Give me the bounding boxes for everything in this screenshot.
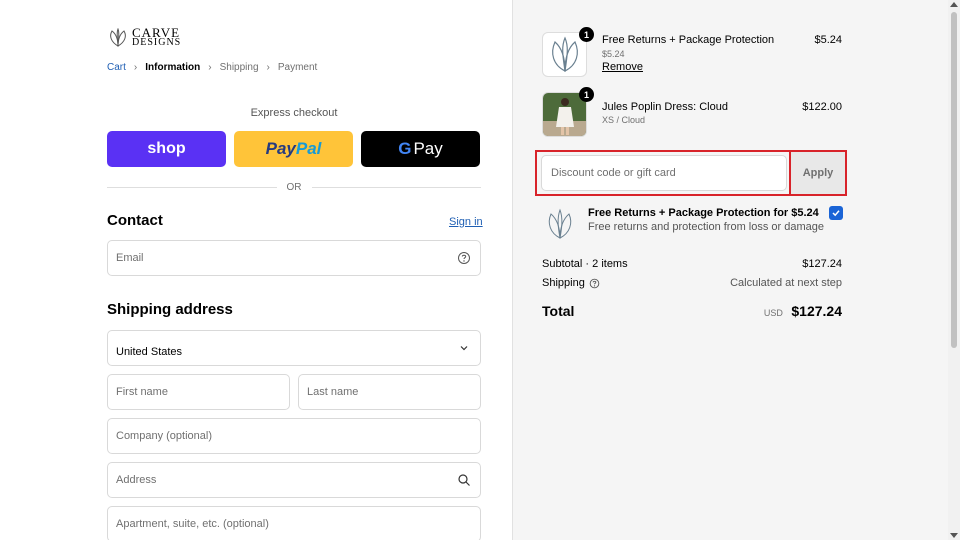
email-field[interactable]: Email — [107, 240, 481, 276]
apartment-field[interactable]: Apartment, suite, etc. (optional) — [107, 506, 481, 540]
breadcrumb-payment: Payment — [277, 62, 318, 73]
cart-item-price: $5.24 — [814, 34, 842, 46]
help-circle-icon[interactable] — [457, 251, 471, 265]
paypal-label-b: Pal — [295, 139, 322, 158]
breadcrumb-shipping: Shipping — [219, 62, 259, 73]
contact-title: Contact — [107, 212, 163, 229]
protection-checkbox[interactable] — [829, 206, 843, 220]
checkout-form-panel: CARVE DESIGNS Cart › Information › Shipp… — [0, 0, 512, 540]
search-icon — [458, 474, 470, 486]
cart-item-price: $122.00 — [802, 101, 842, 113]
chevron-right-icon: › — [208, 62, 212, 73]
scrollbar-thumb[interactable] — [951, 12, 957, 348]
total-currency: USD — [763, 308, 783, 318]
shipping-address-title: Shipping address — [107, 301, 233, 318]
breadcrumb-cart[interactable]: Cart — [107, 62, 126, 73]
protection-logo — [542, 207, 578, 241]
company-field[interactable]: Company (optional) — [107, 418, 481, 454]
leaf-logo-icon — [110, 28, 126, 47]
quantity-badge: 1 — [579, 27, 594, 42]
protection-title: Free Returns + Package Protection for $5… — [588, 207, 819, 219]
logo-line2: DESIGNS — [132, 37, 182, 48]
help-circle-icon[interactable] — [589, 278, 600, 289]
shipping-label: Shipping — [542, 277, 585, 289]
company-placeholder: Company (optional) — [116, 430, 212, 442]
chevron-right-icon: › — [133, 62, 138, 73]
protection-subtitle: Free returns and protection from loss or… — [588, 221, 825, 233]
order-summary-panel — [512, 0, 948, 540]
subtotal-row: Subtotal · 2 items $127.24 — [542, 258, 842, 270]
last-name-placeholder: Last name — [307, 386, 359, 398]
first-name-placeholder: First name — [116, 386, 168, 398]
or-divider: OR — [107, 182, 481, 193]
country-value: United States — [116, 346, 183, 358]
remove-item-link[interactable]: Remove — [602, 61, 643, 73]
apply-discount-button[interactable]: Apply — [789, 150, 847, 196]
subtotal-value: $127.24 — [802, 258, 842, 270]
scroll-down-arrow-icon[interactable] — [950, 533, 958, 538]
address-placeholder: Address — [116, 474, 157, 486]
apply-label: Apply — [802, 167, 834, 179]
sign-in-link[interactable]: Sign in — [449, 216, 483, 228]
shop-pay-label: shop — [147, 140, 186, 157]
cart-item-title: Free Returns + Package Protection — [602, 34, 775, 46]
subtotal-label: Subtotal · 2 items — [542, 258, 628, 270]
total-value: $127.24 — [791, 303, 842, 319]
google-pay-button[interactable]: G Pay — [361, 131, 480, 167]
chevron-right-icon: › — [266, 62, 270, 73]
country-select[interactable]: United States — [107, 330, 481, 366]
address-field[interactable]: Address — [107, 462, 481, 498]
scroll-up-arrow-icon[interactable] — [950, 2, 958, 7]
shipping-value: Calculated at next step — [730, 277, 842, 289]
breadcrumb-information: Information — [145, 62, 201, 73]
express-checkout-buttons: shop Pay Pal G Pay — [107, 131, 480, 167]
paypal-button[interactable]: Pay Pal — [234, 131, 353, 167]
chevron-down-icon — [460, 346, 468, 351]
store-logo[interactable]: CARVE DESIGNS — [107, 26, 182, 48]
leaf-logo-icon — [548, 208, 572, 239]
cart-item-subtitle: XS / Cloud — [602, 115, 646, 125]
checkmark-icon — [832, 210, 840, 217]
google-g-icon: G — [398, 139, 412, 158]
paypal-label-a: Pay — [265, 139, 296, 158]
quantity-badge: 1 — [579, 87, 594, 102]
discount-code-input[interactable]: Discount code or gift card — [541, 155, 787, 191]
cart-item-subtitle: $5.24 — [602, 49, 625, 59]
first-name-field[interactable]: First name — [107, 374, 290, 410]
shipping-row: Shipping Calculated at next step — [542, 277, 842, 289]
google-pay-label: Pay — [413, 139, 443, 158]
last-name-field[interactable]: Last name — [298, 374, 481, 410]
discount-placeholder: Discount code or gift card — [551, 167, 676, 179]
shop-pay-button[interactable]: shop — [107, 131, 226, 167]
breadcrumb: Cart › Information › Shipping › Payment — [107, 62, 317, 73]
page-scrollbar[interactable] — [948, 0, 960, 540]
cart-item-title: Jules Poplin Dress: Cloud — [602, 101, 728, 113]
or-label: OR — [286, 182, 302, 193]
total-label: Total — [542, 303, 575, 319]
apartment-placeholder: Apartment, suite, etc. (optional) — [116, 518, 269, 530]
total-row: Total USD $127.24 — [542, 303, 842, 321]
express-checkout-label: Express checkout — [250, 107, 338, 119]
email-placeholder: Email — [116, 252, 144, 264]
